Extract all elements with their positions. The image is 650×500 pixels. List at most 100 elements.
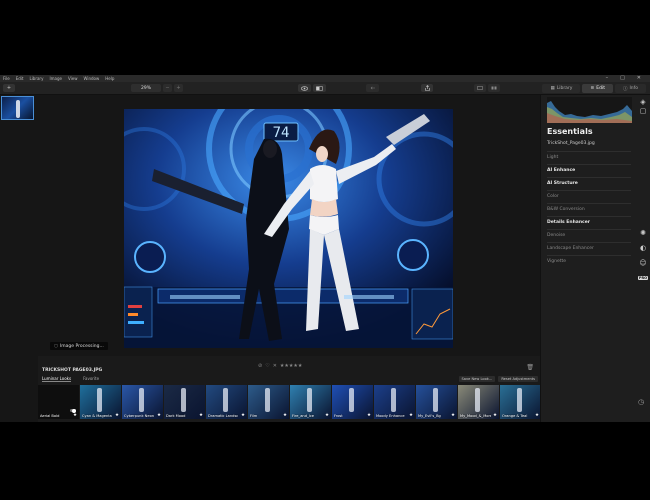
look-label: Dramatic Landsc bbox=[208, 414, 239, 418]
edited-photo[interactable]: 74 bbox=[124, 109, 453, 348]
look-amount-toggle[interactable] bbox=[70, 408, 76, 413]
look-preview-figure bbox=[433, 388, 438, 412]
look-thumbnail[interactable]: Film ★ bbox=[248, 385, 289, 419]
favorite-star-icon[interactable]: ★ bbox=[241, 413, 245, 418]
sun-icon[interactable]: ✺ bbox=[639, 228, 648, 237]
export-button[interactable] bbox=[421, 84, 433, 92]
menu-help[interactable]: Help bbox=[105, 76, 114, 81]
file-name: TrickShot_Page03.jpg bbox=[547, 141, 595, 146]
zoom-out-button[interactable]: − bbox=[163, 84, 172, 92]
canvas-tools-icon[interactable]: ▢ bbox=[639, 106, 648, 115]
look-label: Moody Enhance bbox=[376, 414, 405, 418]
tab-edit[interactable]: ≡ Edit bbox=[582, 84, 613, 93]
looks-panel: TRICKSHOT PAGE03.JPG ⊘ ♡ ✕ ★★★★★ 🗑 Lumin… bbox=[38, 356, 540, 422]
tab-library[interactable]: ▦ Library bbox=[542, 84, 581, 93]
minimize-button[interactable]: – bbox=[606, 75, 609, 81]
looks-strip: Aerial Bold ★ Cyan & Magenta ★ Cyberpunk Neo… bbox=[38, 385, 540, 419]
reject-x-icon[interactable]: ✕ bbox=[273, 363, 277, 369]
look-preview-figure bbox=[475, 388, 480, 412]
menu-file[interactable]: File bbox=[3, 76, 10, 81]
favorite-star-icon[interactable]: ★ bbox=[199, 413, 203, 418]
pro-badge: PRO bbox=[637, 275, 649, 280]
look-preview-figure bbox=[265, 388, 270, 412]
face-icon[interactable]: ☺ bbox=[639, 258, 648, 267]
look-preview-figure bbox=[391, 388, 396, 412]
tab-favorite[interactable]: Favorite bbox=[83, 376, 99, 382]
trash-icon[interactable]: 🗑 bbox=[526, 364, 534, 371]
look-thumbnail[interactable]: Orange & Teal ★ bbox=[500, 385, 540, 419]
add-images-button[interactable]: + bbox=[3, 84, 15, 92]
histogram bbox=[547, 97, 632, 123]
tab-info[interactable]: ⓘ Info bbox=[614, 84, 646, 93]
zoom-field[interactable]: 29% bbox=[131, 84, 161, 92]
favorite-star-icon[interactable]: ★ bbox=[283, 413, 287, 418]
look-thumbnail[interactable]: Cyberpunk Neon ★ bbox=[122, 385, 163, 419]
look-thumbnail[interactable]: Fire_and_Ice ★ bbox=[290, 385, 331, 419]
look-thumbnail[interactable]: My_Evil's_Bg ★ bbox=[416, 385, 457, 419]
layers-icon[interactable]: ◈ bbox=[639, 97, 648, 106]
favorite-star-icon[interactable]: ★ bbox=[493, 413, 497, 418]
look-label: My_Mood_&_More bbox=[460, 414, 491, 418]
panel-tools-top: ◈ ▢ bbox=[638, 97, 648, 115]
tab-luminar-looks[interactable]: Luminar Looks bbox=[42, 376, 72, 382]
favorite-star-icon[interactable]: ★ bbox=[367, 413, 371, 418]
star-rating[interactable]: ★★★★★ bbox=[280, 363, 302, 369]
favorite-star-icon[interactable]: ★ bbox=[535, 413, 539, 418]
favorite-star-icon[interactable]: ★ bbox=[115, 413, 119, 418]
tab-info-label: Info bbox=[629, 86, 638, 91]
favorite-star-icon[interactable]: ★ bbox=[409, 413, 413, 418]
filmstrip-thumbnail[interactable] bbox=[1, 96, 34, 120]
look-thumbnail[interactable]: Dark Mood ★ bbox=[164, 385, 205, 419]
favorite-star-icon[interactable]: ★ bbox=[451, 413, 455, 418]
look-thumbnail[interactable]: Dramatic Landsc ★ bbox=[206, 385, 247, 419]
look-label: Cyberpunk Neon bbox=[124, 414, 155, 418]
menu-view[interactable]: View bbox=[68, 76, 78, 81]
section-b-w-conversion[interactable]: B&W Conversion bbox=[547, 203, 631, 215]
preview-toggle[interactable] bbox=[298, 84, 311, 92]
pro-tools-button[interactable]: PRO bbox=[637, 273, 649, 282]
looks-tabs: Luminar Looks Favorite bbox=[38, 376, 99, 382]
section-details-enhancer[interactable]: Details Enhancer bbox=[547, 216, 631, 228]
grid-view-icon bbox=[491, 86, 497, 90]
undo-button[interactable] bbox=[366, 84, 379, 92]
grid-view-button[interactable] bbox=[488, 84, 500, 92]
undo-icon bbox=[370, 86, 375, 90]
menu-image[interactable]: Image bbox=[49, 76, 62, 81]
look-thumbnail[interactable]: My_Mood_&_More ★ bbox=[458, 385, 499, 419]
look-thumbnail[interactable]: Aerial Bold ★ bbox=[38, 385, 79, 419]
look-label: My_Evil's_Bg bbox=[418, 414, 441, 418]
look-preview-figure bbox=[181, 388, 186, 412]
save-new-look-button[interactable]: Save New Look... bbox=[458, 376, 496, 382]
window-controls: – □ ✕ bbox=[606, 75, 647, 81]
reject-flag-icon[interactable]: ⊘ bbox=[258, 363, 262, 369]
look-thumbnail[interactable]: Moody Enhance ★ bbox=[374, 385, 415, 419]
compare-button[interactable] bbox=[313, 84, 326, 92]
favorite-star-icon[interactable]: ★ bbox=[73, 413, 77, 418]
palette-icon[interactable]: ◐ bbox=[639, 243, 648, 252]
section-landscape-enhancer[interactable]: Landscape Enhancer bbox=[547, 242, 631, 254]
look-thumbnail[interactable]: Cyan & Magenta ★ bbox=[80, 385, 121, 419]
image-canvas: 74 ◌ Image Processing... bbox=[38, 95, 540, 376]
rating-row: ⊘ ♡ ✕ ★★★★★ bbox=[258, 363, 302, 369]
section-ai-structure[interactable]: AI Structure bbox=[547, 177, 631, 189]
section-denoise[interactable]: Denoise bbox=[547, 229, 631, 241]
looks-actions: Save New Look... Reset Adjustments bbox=[458, 376, 538, 382]
section-vignette[interactable]: Vignette bbox=[547, 255, 631, 267]
single-view-icon bbox=[477, 86, 483, 90]
menu-window[interactable]: Window bbox=[83, 76, 99, 81]
menu-library[interactable]: Library bbox=[29, 76, 43, 81]
close-button[interactable]: ✕ bbox=[637, 75, 641, 81]
reset-adjustments-button[interactable]: Reset Adjustments bbox=[498, 376, 538, 382]
favorite-star-icon[interactable]: ★ bbox=[157, 413, 161, 418]
zoom-in-button[interactable]: + bbox=[174, 84, 183, 92]
menu-edit[interactable]: Edit bbox=[16, 76, 24, 81]
section-ai-enhance[interactable]: AI Enhance bbox=[547, 164, 631, 176]
section-light[interactable]: Light bbox=[547, 151, 631, 163]
maximize-button[interactable]: □ bbox=[620, 75, 625, 81]
section-color[interactable]: Color bbox=[547, 190, 631, 202]
favorite-heart-icon[interactable]: ♡ bbox=[265, 363, 269, 369]
single-view-button[interactable] bbox=[474, 84, 486, 92]
look-thumbnail[interactable]: Frost ★ bbox=[332, 385, 373, 419]
favorite-star-icon[interactable]: ★ bbox=[325, 413, 329, 418]
history-icon[interactable]: ◷ bbox=[638, 398, 644, 406]
